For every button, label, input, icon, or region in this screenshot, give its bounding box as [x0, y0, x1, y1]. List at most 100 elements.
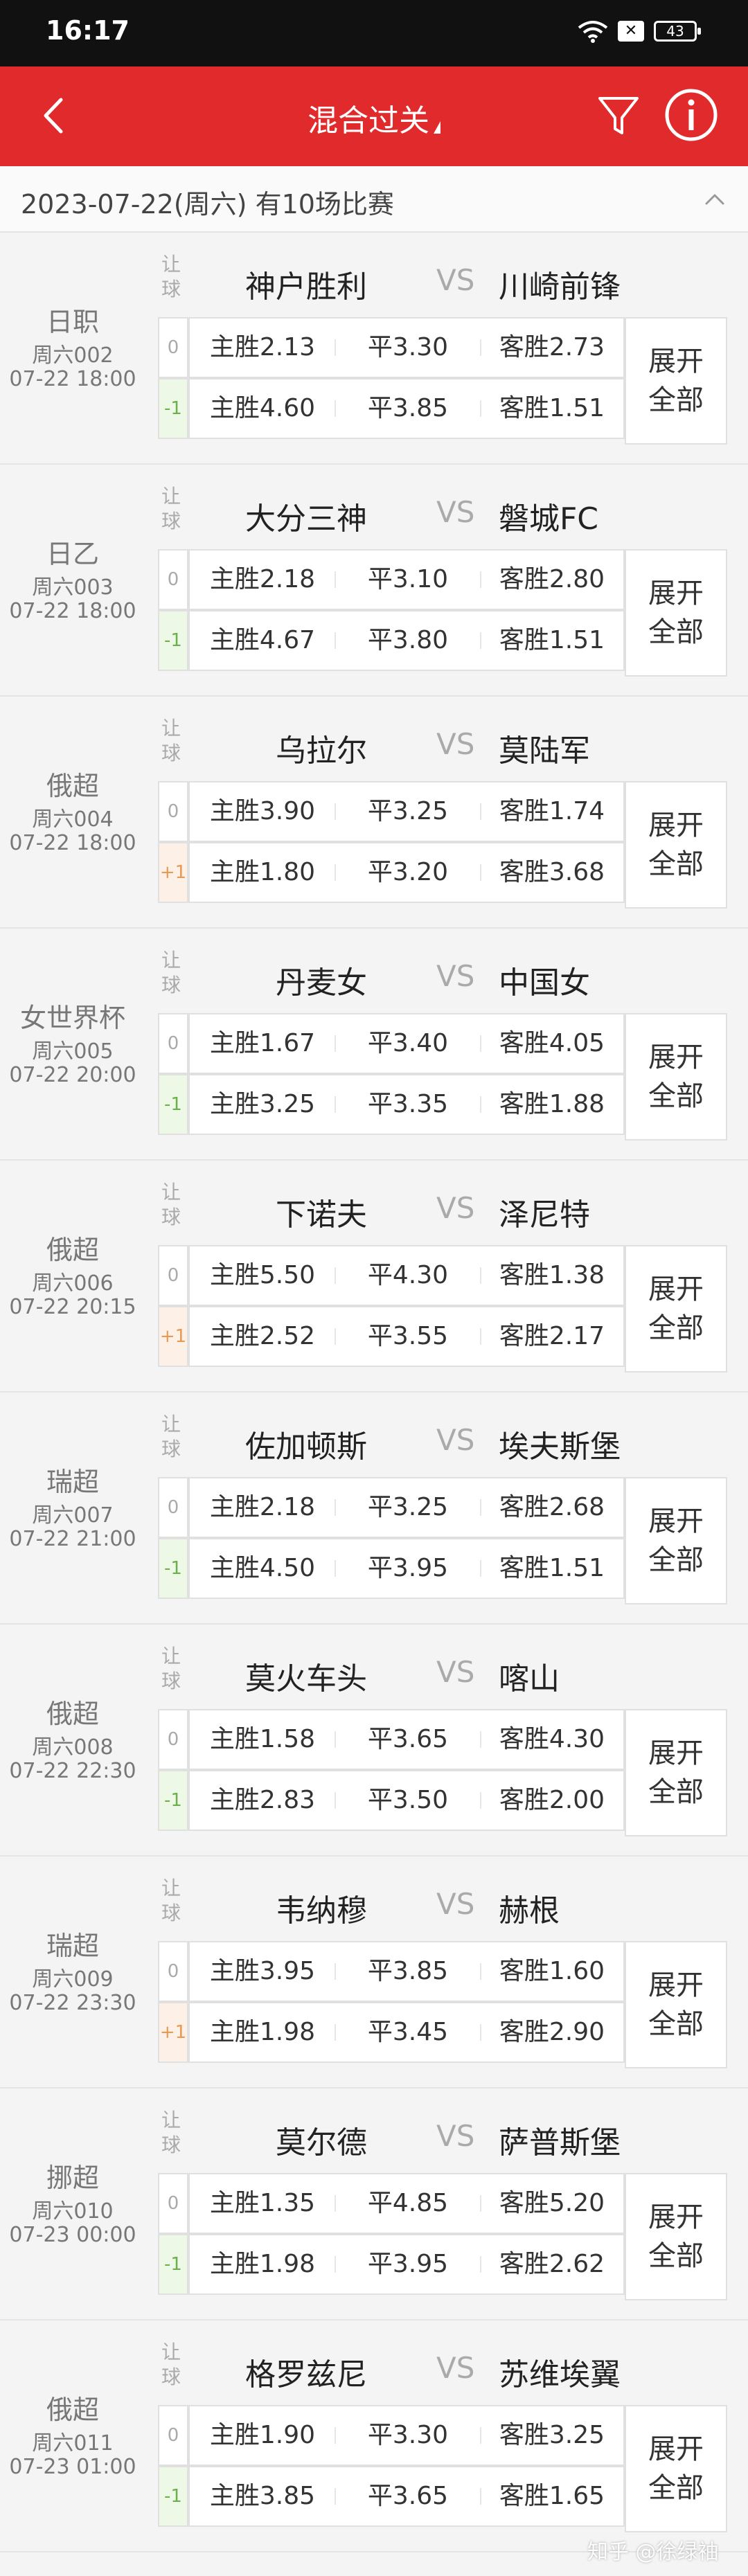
handicap-value-1: -1 — [158, 2466, 188, 2527]
chevron-up-icon[interactable] — [698, 183, 731, 216]
odds-draw[interactable]: 平3.55 — [335, 1307, 481, 1366]
odds-away-win[interactable]: 客胜2.80 — [481, 551, 623, 609]
odds-home-win[interactable]: 主胜1.67 — [190, 1014, 335, 1073]
odds-away-win[interactable]: 客胜2.00 — [481, 1771, 623, 1830]
odds-draw[interactable]: 平3.50 — [335, 1771, 481, 1830]
vs-label: VS — [436, 495, 475, 529]
odds-draw[interactable]: 平3.30 — [335, 2406, 481, 2465]
handicap-value-0: 0 — [158, 1477, 188, 1538]
odds-home-win[interactable]: 主胜1.80 — [190, 843, 335, 902]
odds-away-win[interactable]: 客胜4.05 — [481, 1014, 623, 1073]
odds-away-win[interactable]: 客胜1.74 — [481, 782, 623, 841]
odds-draw[interactable]: 平3.80 — [335, 611, 481, 670]
odds-row-handicap: 主胜3.85 平3.65 客胜1.65 — [188, 2466, 625, 2527]
expand-all-button[interactable]: 展开 全部 — [625, 1941, 727, 2068]
away-team: 泽尼特 — [499, 1197, 590, 1233]
odds-home-win[interactable]: 主胜4.60 — [190, 379, 335, 438]
expand-all-button[interactable]: 展开 全部 — [625, 317, 727, 445]
match-card: 瑞超 周六009 07-22 23:30 让球 韦纳穆 VS 赫根 0 主胜3.95 平3.85 客… — [0, 1857, 748, 2088]
match-card: 日乙 周六003 07-22 18:00 让球 大分三神 VS 磐城FC 0 主胜2.18 平3.… — [0, 465, 748, 697]
odds-draw[interactable]: 平3.30 — [335, 319, 481, 377]
odds-away-win[interactable]: 客胜2.68 — [481, 1478, 623, 1537]
odds-away-win[interactable]: 客胜3.25 — [481, 2406, 623, 2465]
odds-draw[interactable]: 平4.85 — [335, 2174, 481, 2233]
odds-away-win[interactable]: 客胜3.68 — [481, 843, 623, 902]
odds-home-win[interactable]: 主胜4.67 — [190, 611, 335, 670]
odds-home-win[interactable]: 主胜3.95 — [190, 1942, 335, 2001]
odds-away-win[interactable]: 客胜1.88 — [481, 1075, 623, 1134]
odds-away-win[interactable]: 客胜1.51 — [481, 379, 623, 438]
odds-home-win[interactable]: 主胜4.50 — [190, 1539, 335, 1598]
handicap-label: 让球 — [161, 1413, 181, 1460]
expand-all-button[interactable]: 展开 全部 — [625, 1245, 727, 1372]
odds-home-win[interactable]: 主胜2.13 — [190, 319, 335, 377]
teams: 乌拉尔 VS 莫陆军 — [187, 726, 623, 769]
handicap-value-1: -1 — [158, 1770, 188, 1831]
odds-home-win[interactable]: 主胜1.98 — [190, 2003, 335, 2061]
expand-all-button[interactable]: 展开 全部 — [625, 1709, 727, 1836]
odds-draw[interactable]: 平3.35 — [335, 1075, 481, 1134]
match-number: 周六006 — [32, 1271, 114, 1296]
odds-home-win[interactable]: 主胜1.98 — [190, 2235, 335, 2293]
expand-all-button[interactable]: 展开 全部 — [625, 1013, 727, 1141]
odds-away-win[interactable]: 客胜1.60 — [481, 1942, 623, 2001]
odds-row-handicap: 主胜4.60 平3.85 客胜1.51 — [188, 378, 625, 439]
odds-away-win[interactable]: 客胜4.30 — [481, 1710, 623, 1769]
odds-draw[interactable]: 平3.65 — [335, 2467, 481, 2525]
odds-row-standard: 主胜1.35 平4.85 客胜5.20 — [188, 2173, 625, 2234]
odds-row-handicap: 主胜2.52 平3.55 客胜2.17 — [188, 1306, 625, 1367]
odds-home-win[interactable]: 主胜3.85 — [190, 2467, 335, 2525]
teams: 莫尔德 VS 萨普斯堡 — [187, 2118, 623, 2161]
odds-home-win[interactable]: 主胜5.50 — [190, 1246, 335, 1305]
match-time: 07-22 18:00 — [9, 367, 136, 391]
handicap-label: 让球 — [161, 949, 181, 996]
odds-away-win[interactable]: 客胜1.51 — [481, 1539, 623, 1598]
odds-away-win[interactable]: 客胜2.17 — [481, 1307, 623, 1366]
expand-all-button[interactable]: 展开 全部 — [625, 2173, 727, 2300]
away-team: 埃夫斯堡 — [499, 1429, 621, 1465]
odds-home-win[interactable]: 主胜1.58 — [190, 1710, 335, 1769]
odds-away-win[interactable]: 客胜2.90 — [481, 2003, 623, 2061]
odds-home-win[interactable]: 主胜1.90 — [190, 2406, 335, 2465]
odds-home-win[interactable]: 主胜3.90 — [190, 782, 335, 841]
match-time: 07-22 18:00 — [9, 599, 136, 623]
odds-home-win[interactable]: 主胜2.52 — [190, 1307, 335, 1366]
handicap-value-0: 0 — [158, 781, 188, 842]
date-bar[interactable]: 2023-07-22(周六) 有10场比赛 — [0, 166, 748, 233]
odds-home-win[interactable]: 主胜2.18 — [190, 1478, 335, 1537]
odds-draw[interactable]: 平3.10 — [335, 551, 481, 609]
vs-label: VS — [436, 1655, 475, 1689]
odds-draw[interactable]: 平3.40 — [335, 1014, 481, 1073]
odds-draw[interactable]: 平3.95 — [335, 2235, 481, 2293]
match-card: 女世界杯 周六005 07-22 20:00 让球 丹麦女 VS 中国女 0 主胜1.67 平3.… — [0, 929, 748, 1161]
odds-draw[interactable]: 平3.20 — [335, 843, 481, 902]
teams: 下诺夫 VS 泽尼特 — [187, 1190, 623, 1233]
odds-draw[interactable]: 平3.65 — [335, 1710, 481, 1769]
expand-all-button[interactable]: 展开 全部 — [625, 781, 727, 909]
odds-draw[interactable]: 平3.85 — [335, 379, 481, 438]
odds-draw[interactable]: 平4.30 — [335, 1246, 481, 1305]
odds-away-win[interactable]: 客胜2.62 — [481, 2235, 623, 2293]
odds-draw[interactable]: 平3.85 — [335, 1942, 481, 2001]
odds-home-win[interactable]: 主胜3.25 — [190, 1075, 335, 1134]
expand-all-button[interactable]: 展开 全部 — [625, 1477, 727, 1604]
league-name: 俄超 — [46, 1699, 99, 1729]
odds-draw[interactable]: 平3.25 — [335, 782, 481, 841]
odds-away-win[interactable]: 客胜5.20 — [481, 2174, 623, 2233]
expand-all-button[interactable]: 展开 全部 — [625, 549, 727, 677]
expand-all-button[interactable]: 展开 全部 — [625, 2405, 727, 2532]
odds-home-win[interactable]: 主胜2.18 — [190, 551, 335, 609]
odds-home-win[interactable]: 主胜1.35 — [190, 2174, 335, 2233]
odds-away-win[interactable]: 客胜2.73 — [481, 319, 623, 377]
filter-icon[interactable] — [594, 91, 643, 140]
match-card: 挪超 周六010 07-23 00:00 让球 莫尔德 VS 萨普斯堡 0 主胜1.35 平4.8… — [0, 2088, 748, 2320]
odds-home-win[interactable]: 主胜2.83 — [190, 1771, 335, 1830]
info-icon[interactable] — [664, 87, 719, 143]
handicap-value-1: -1 — [158, 378, 188, 439]
odds-draw[interactable]: 平3.45 — [335, 2003, 481, 2061]
odds-draw[interactable]: 平3.95 — [335, 1539, 481, 1598]
odds-away-win[interactable]: 客胜1.65 — [481, 2467, 623, 2525]
odds-draw[interactable]: 平3.25 — [335, 1478, 481, 1537]
odds-away-win[interactable]: 客胜1.51 — [481, 611, 623, 670]
odds-away-win[interactable]: 客胜1.38 — [481, 1246, 623, 1305]
